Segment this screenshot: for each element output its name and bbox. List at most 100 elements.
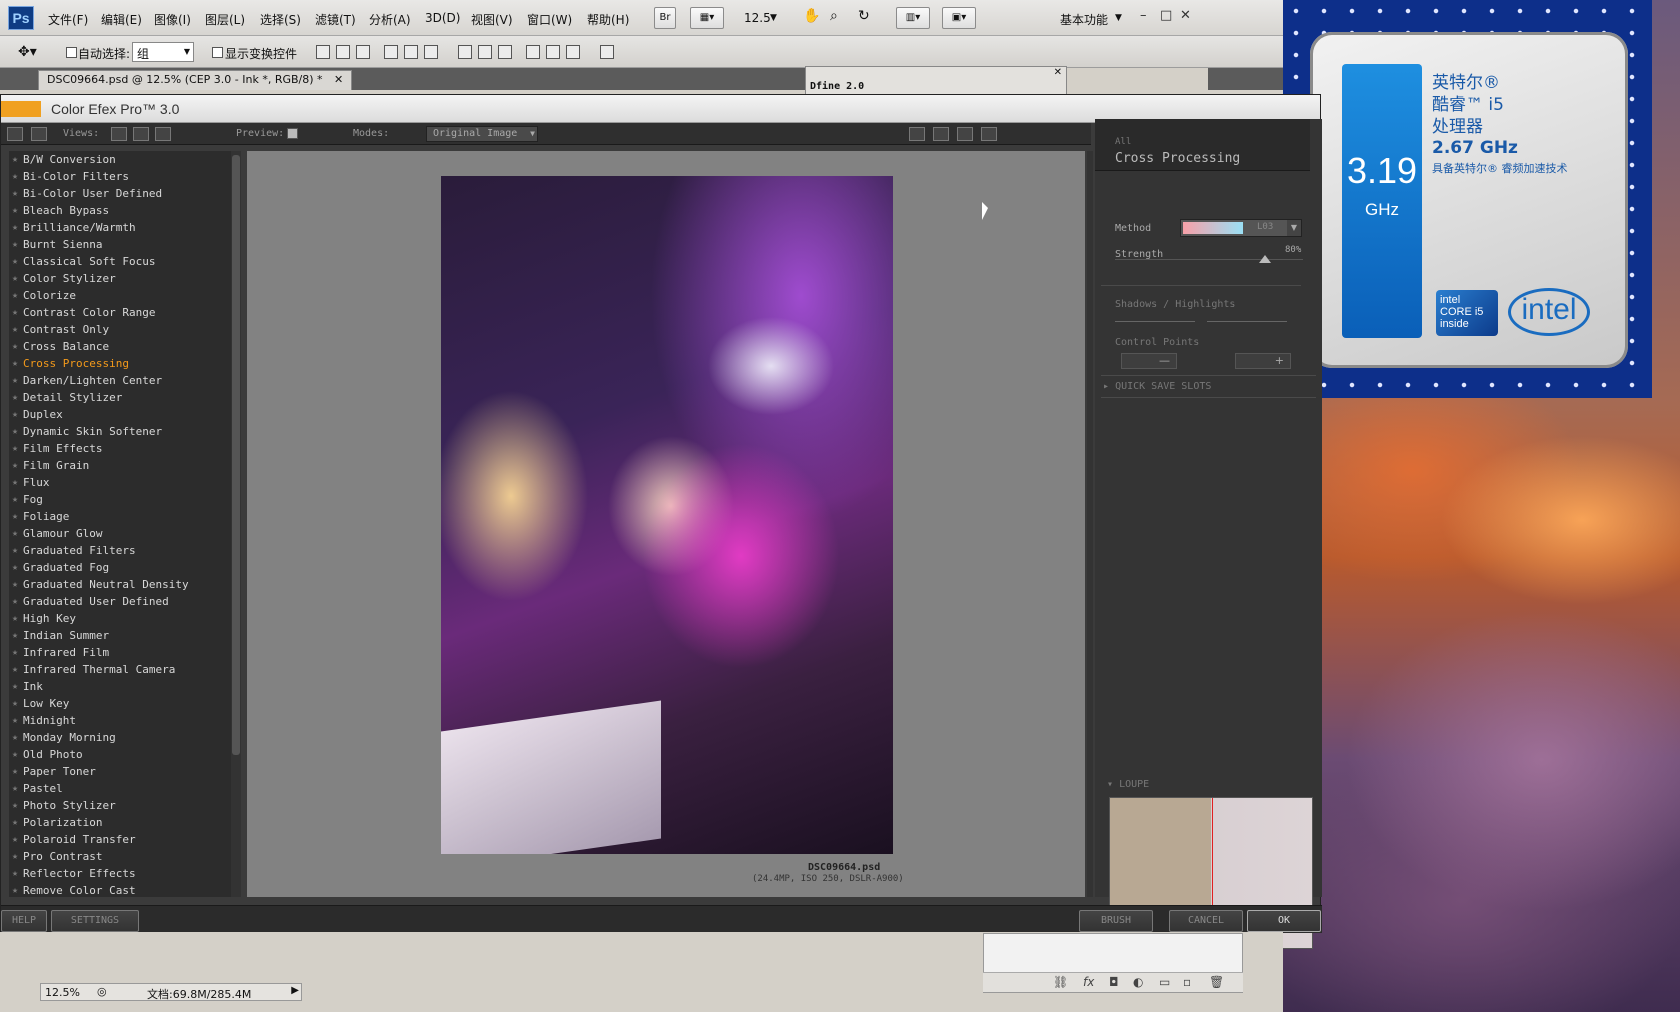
filter-item[interactable]: ★ Dynamic Skin Softener [9, 423, 231, 440]
shadows-slider-track[interactable] [1115, 321, 1195, 322]
move-tool-icon[interactable]: ✥▾ [18, 44, 37, 60]
screen-mode-icon[interactable]: ▦▾ [690, 7, 724, 29]
align-top-icon[interactable] [316, 45, 330, 59]
favorite-star-icon[interactable]: ★ [12, 253, 18, 270]
filter-item[interactable]: ★ B/W Conversion [9, 151, 231, 168]
auto-select-dropdown[interactable]: 组 ▼ [132, 42, 194, 62]
filter-item[interactable]: ★ Detail Stylizer [9, 389, 231, 406]
modes-dropdown[interactable]: Original Image ▼ [426, 126, 538, 142]
new-layer-icon[interactable]: ▫ [1183, 975, 1191, 989]
favorite-star-icon[interactable]: ★ [12, 644, 18, 661]
hand-tool-icon[interactable]: ✋ [803, 8, 820, 24]
view-side-by-side-icon[interactable] [155, 127, 171, 141]
filter-item[interactable]: ★ Infrared Film [9, 644, 231, 661]
favorite-star-icon[interactable]: ★ [12, 202, 18, 219]
favorite-star-icon[interactable]: ★ [12, 780, 18, 797]
menu-filter[interactable]: 滤镜(T) [315, 11, 356, 28]
favorite-star-icon[interactable]: ★ [12, 661, 18, 678]
menu-window[interactable]: 窗口(W) [527, 11, 572, 28]
canvas-scrollbar[interactable] [1087, 151, 1093, 897]
minimize-icon[interactable]: – [1140, 8, 1147, 23]
close-icon[interactable]: ✕ [1180, 8, 1191, 23]
menu-image[interactable]: 图像(I) [154, 11, 191, 28]
favorite-star-icon[interactable]: ★ [12, 678, 18, 695]
highlights-slider-track[interactable] [1207, 321, 1287, 322]
align-right-icon[interactable] [424, 45, 438, 59]
shadows-highlights-label[interactable]: Shadows / Highlights [1115, 299, 1235, 310]
remove-control-point-button[interactable]: — [1121, 353, 1177, 369]
align-left-icon[interactable] [384, 45, 398, 59]
favorite-star-icon[interactable]: ★ [12, 168, 18, 185]
favorite-star-icon[interactable]: ★ [12, 185, 18, 202]
method-dropdown[interactable]: L03 ▼ [1180, 219, 1302, 237]
auto-align-icon[interactable] [600, 45, 614, 59]
preview-photo[interactable] [441, 176, 893, 854]
zoom-tool-icon[interactable]: ⌕ [830, 8, 838, 24]
help-button[interactable]: HELP [1, 910, 47, 932]
filter-item[interactable]: ★ Color Stylizer [9, 270, 231, 287]
favorite-star-icon[interactable]: ★ [12, 372, 18, 389]
distribute-left-icon[interactable] [526, 45, 540, 59]
filter-item[interactable]: ★ Contrast Color Range [9, 304, 231, 321]
filter-item[interactable]: ★ Graduated Neutral Density [9, 576, 231, 593]
filter-item[interactable]: ★ Burnt Sienna [9, 236, 231, 253]
filter-item[interactable]: ★ Paper Toner [9, 763, 231, 780]
favorite-star-icon[interactable]: ★ [12, 287, 18, 304]
filter-item[interactable]: ★ Duplex [9, 406, 231, 423]
layer-mask-icon[interactable]: ◘ [1109, 975, 1119, 989]
favorite-star-icon[interactable]: ★ [12, 882, 18, 897]
favorite-star-icon[interactable]: ★ [12, 559, 18, 576]
filter-item[interactable]: ★ Fog [9, 491, 231, 508]
menu-help[interactable]: 帮助(H) [587, 11, 629, 28]
favorite-star-icon[interactable]: ★ [12, 321, 18, 338]
favorite-star-icon[interactable]: ★ [12, 338, 18, 355]
workspace-switcher[interactable]: 基本功能 [1060, 11, 1108, 28]
favorite-star-icon[interactable]: ★ [12, 491, 18, 508]
close-icon[interactable]: ✕ [1054, 67, 1062, 78]
settings-button[interactable]: SETTINGS [51, 910, 139, 932]
favorite-star-icon[interactable]: ★ [12, 627, 18, 644]
filter-list-scrollbar[interactable] [231, 151, 241, 897]
bridge-button[interactable]: Br [654, 7, 676, 29]
menu-layer[interactable]: 图层(L) [205, 11, 245, 28]
filter-item[interactable]: ★ Bi-Color Filters [9, 168, 231, 185]
favorite-star-icon[interactable]: ★ [12, 848, 18, 865]
filter-item[interactable]: ★ High Key [9, 610, 231, 627]
maximize-icon[interactable]: □ [1160, 8, 1172, 23]
align-vcenter-icon[interactable] [336, 45, 350, 59]
menu-edit[interactable]: 编辑(E) [101, 11, 142, 28]
filter-item[interactable]: ★ Old Photo [9, 746, 231, 763]
favorite-star-icon[interactable]: ★ [12, 219, 18, 236]
menu-3d[interactable]: 3D(D) [425, 11, 460, 25]
filter-item[interactable]: ★ Graduated User Defined [9, 593, 231, 610]
favorite-star-icon[interactable]: ★ [12, 406, 18, 423]
status-info-icon[interactable]: ◎ [97, 985, 107, 998]
preview-checkbox[interactable] [287, 128, 298, 139]
distribute-right-icon[interactable] [566, 45, 580, 59]
filter-item[interactable]: ★ Classical Soft Focus [9, 253, 231, 270]
favorite-star-icon[interactable]: ★ [12, 355, 18, 372]
new-group-icon[interactable]: ▭ [1159, 975, 1170, 989]
add-point-tool-icon[interactable] [981, 127, 997, 141]
add-control-point-button[interactable]: + [1235, 353, 1291, 369]
menu-file[interactable]: 文件(F) [48, 11, 88, 28]
cancel-button[interactable]: CANCEL [1169, 910, 1243, 932]
filter-item[interactable]: ★ Polaroid Transfer [9, 831, 231, 848]
loupe-header[interactable]: ▾ LOUPE [1107, 779, 1149, 790]
filter-item[interactable]: ★ Monday Morning [9, 729, 231, 746]
filter-item[interactable]: ★ Indian Summer [9, 627, 231, 644]
menu-view[interactable]: 视图(V) [471, 11, 513, 28]
adjustment-layer-icon[interactable]: ◐ [1133, 975, 1143, 989]
filter-item[interactable]: ★ Graduated Filters [9, 542, 231, 559]
filter-list-scroll-thumb[interactable] [232, 155, 240, 755]
strength-slider-handle[interactable] [1259, 255, 1272, 263]
filter-item[interactable]: ★ Contrast Only [9, 321, 231, 338]
filter-item[interactable]: ★ Infrared Thermal Camera [9, 661, 231, 678]
favorite-star-icon[interactable]: ★ [12, 695, 18, 712]
document-tab[interactable]: DSC09664.psd @ 12.5% (CEP 3.0 - Ink *, R… [38, 70, 353, 90]
favorite-star-icon[interactable]: ★ [12, 508, 18, 525]
filter-item[interactable]: ★ Cross Processing [9, 355, 231, 372]
favorite-star-icon[interactable]: ★ [12, 304, 18, 321]
filter-item[interactable]: ★ Foliage [9, 508, 231, 525]
chevron-down-icon[interactable]: ▼ [770, 13, 777, 23]
